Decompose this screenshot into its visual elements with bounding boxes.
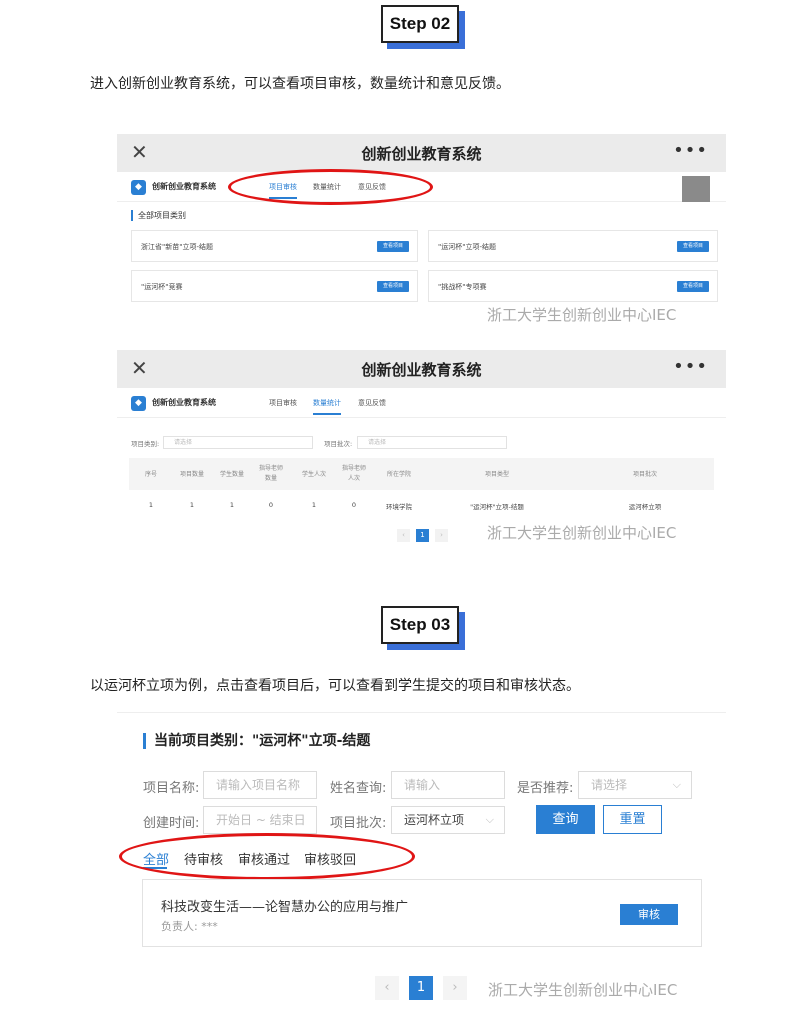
window-title: 创新创业教育系统 [361,361,482,379]
step-03-badge: Step 03 [381,606,465,650]
window-topbar: ✕ 创新创业教育系统 ••• [117,134,726,172]
table-cell: "运河杯"立项-结题 [470,503,524,511]
app-name: 创新创业教育系统 [152,182,216,191]
table-cell: 0 [351,501,357,509]
screenshot-statistics: ✕ 创新创业教育系统 ••• ◆ 创新创业教育系统 项目审核 数量统计 意见反馈… [117,350,726,548]
name-search-input[interactable]: 请输入 [391,771,505,799]
batch-filter-label: 项目批次: [324,440,353,448]
watermark: 浙工大学生创新创业中心IEC [487,306,677,324]
project-name-input[interactable]: 请输入项目名称 [203,771,317,799]
column-header: 所在学院 [386,471,411,478]
section-title: 全部项目类别 [131,210,186,221]
category-name: "挑战杯"专项赛 [438,283,487,291]
chevron-down-icon: ⌵ [672,778,681,791]
current-page[interactable]: 1 [409,976,433,1000]
highlight-oval [228,169,433,205]
recommend-label: 是否推荐: [517,781,574,796]
current-category-title: 当前项目类别："运河杯"立项-结题 [143,733,370,749]
step-03-label: Step 03 [381,606,459,644]
category-card: "挑战杯"专项赛 查看项目 [428,270,718,302]
date-range-input[interactable]: 开始日 ~ 结束日 [203,806,317,834]
step-02-text: 进入创新创业教育系统，可以查看项目审核，数量统计和意见反馈。 [90,76,510,92]
recommend-select-value: 请选择 [591,778,628,792]
column-header: 项目数量 [179,471,204,478]
next-page-button[interactable]: › [435,529,448,542]
recommend-select[interactable]: 请选择 ⌵ [578,771,692,799]
screenshot-project-review: ✕ 创新创业教育系统 ••• ◆ 创新创业教育系统 项目审核 数量统计 意见反馈… [117,134,726,330]
column-header: 项目批次 [632,471,657,478]
category-card: "运河杯"竞赛 查看项目 [131,270,418,302]
column-header: 学生数量 [219,471,244,478]
divider [117,712,726,713]
view-project-button[interactable]: 查看项目 [377,281,409,292]
column-header: 学生人次 [301,471,326,478]
category-name: "运河杯"立项-结题 [438,243,496,251]
review-button[interactable]: 审核 [620,904,678,925]
name-search-label: 姓名查询: [330,781,387,796]
step-03-text: 以运河杯立项为例，点击查看项目后，可以查看到学生提交的项目和审核状态。 [90,678,580,694]
step-02-label: Step 02 [381,5,459,43]
current-page[interactable]: 1 [416,529,429,542]
category-name: "运河杯"竞赛 [141,283,183,291]
column-header: 序号 [144,471,157,478]
reset-button[interactable]: 重置 [603,805,662,834]
watermark: 浙工大学生创新创业中心IEC [487,524,677,542]
table-cell: 1 [189,501,195,509]
app-logo-icon: ◆ [131,180,146,195]
more-icon[interactable]: ••• [673,356,708,377]
project-title: 科技改变生活——论智慧办公的应用与推广 [161,900,409,915]
table-cell: 1 [148,501,154,509]
table-cell: 1 [229,501,235,509]
prev-page-button[interactable]: ‹ [375,976,399,1000]
table-cell: 运河杯立项 [628,503,662,511]
category-card: "运河杯"立项-结题 查看项目 [428,230,718,262]
view-project-button[interactable]: 查看项目 [677,241,709,252]
chevron-down-icon: ⌵ [485,813,494,826]
window-title: 创新创业教育系统 [361,145,482,163]
app-name: 创新创业教育系统 [152,398,216,407]
watermark: 浙工大学生创新创业中心IEC [488,981,678,999]
project-name-label: 项目名称: [143,781,200,796]
table-cell: 1 [311,501,317,509]
app-header: ◆ 创新创业教育系统 项目审核 数量统计 意见反馈 [117,388,726,418]
batch-label: 项目批次: [330,816,387,831]
table-cell: 环境学院 [386,503,412,511]
batch-filter-select[interactable]: 请选择 [357,436,507,449]
next-page-button[interactable]: › [443,976,467,1000]
category-card: 浙江省"新苗"立项-结题 查看项目 [131,230,418,262]
query-button[interactable]: 查询 [536,805,595,834]
prev-page-button[interactable]: ‹ [397,529,410,542]
more-icon[interactable]: ••• [673,140,708,161]
column-header: 指导老师数量 [258,465,283,482]
highlight-oval [119,833,415,880]
table-cell: 0 [268,501,274,509]
window-topbar: ✕ 创新创业教育系统 ••• [117,350,726,388]
tab-feedback[interactable]: 意见反馈 [358,398,386,408]
view-project-button[interactable]: 查看项目 [677,281,709,292]
app-logo-icon: ◆ [131,396,146,411]
column-header: 项目类型 [484,471,509,478]
step-02-badge: Step 02 [381,5,465,49]
category-name: 浙江省"新苗"立项-结题 [141,243,213,251]
category-filter-label: 项目类别: [131,440,160,448]
tab-project-review[interactable]: 项目审核 [269,398,297,408]
category-filter-select[interactable]: 请选择 [163,436,313,449]
project-owner: 负责人: *** [161,920,218,933]
avatar[interactable] [682,176,710,202]
batch-select-value: 运河杯立项 [404,813,465,827]
batch-select[interactable]: 运河杯立项 ⌵ [391,806,505,834]
column-header: 指导老师人次 [341,465,366,482]
create-time-label: 创建时间: [143,816,200,831]
tab-statistics[interactable]: 数量统计 [313,398,341,415]
project-card: 科技改变生活——论智慧办公的应用与推广 负责人: *** 审核 [142,879,702,947]
view-project-button[interactable]: 查看项目 [377,241,409,252]
